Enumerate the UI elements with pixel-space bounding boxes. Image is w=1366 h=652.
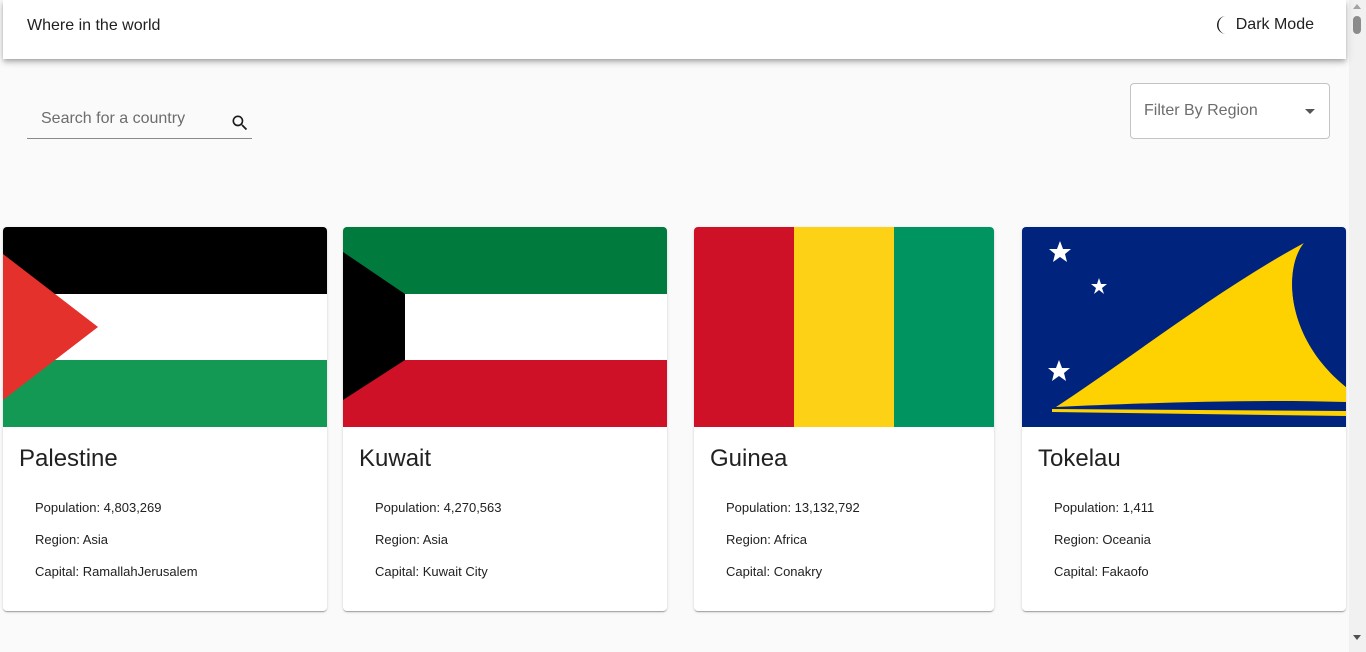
country-card-palestine[interactable]: Palestine Population: 4,803,269 Region: …	[3, 227, 327, 611]
dark-mode-label: Dark Mode	[1235, 16, 1314, 33]
flag-image-palestine	[3, 227, 327, 427]
country-name: Guinea	[710, 445, 788, 472]
country-card-tokelau[interactable]: Tokelau Population: 1,411 Region: Oceani…	[1022, 227, 1346, 611]
country-name: Palestine	[19, 445, 118, 472]
chevron-down-icon	[1305, 109, 1315, 114]
country-region: Region: Africa	[726, 532, 807, 547]
scroll-down-arrow-icon[interactable]	[1353, 635, 1361, 640]
country-population: Population: 4,270,563	[375, 500, 502, 515]
country-region: Region: Asia	[375, 532, 448, 547]
country-population: Population: 1,411	[1054, 500, 1155, 515]
search-icon[interactable]	[230, 113, 250, 133]
flag-image-tokelau	[1022, 227, 1346, 427]
country-population: Population: 4,803,269	[35, 500, 162, 515]
country-card-guinea[interactable]: Guinea Population: 13,132,792 Region: Af…	[694, 227, 994, 611]
scroll-up-arrow-icon[interactable]	[1353, 4, 1361, 9]
country-name: Kuwait	[359, 445, 432, 472]
country-region: Region: Oceania	[1054, 532, 1151, 547]
country-capital: Capital: Kuwait City	[375, 564, 488, 579]
country-name: Tokelau	[1038, 445, 1121, 472]
country-capital: Capital: RamallahJerusalem	[35, 564, 198, 579]
filter-label: Filter By Region	[1144, 102, 1258, 119]
country-population: Population: 13,132,792	[726, 500, 860, 515]
country-card-kuwait[interactable]: Kuwait Population: 4,270,563 Region: Asi…	[343, 227, 667, 611]
moon-icon	[1216, 16, 1226, 34]
vertical-scrollbar[interactable]	[1349, 0, 1366, 652]
search-input[interactable]	[27, 102, 222, 136]
flag-image-guinea	[694, 227, 994, 427]
flag-image-kuwait	[343, 227, 667, 427]
search-field	[27, 102, 252, 139]
dark-mode-toggle[interactable]: Dark Mode	[1215, 15, 1314, 35]
app-title: Where in the world	[27, 17, 161, 34]
app-bar: Where in the world Dark Mode	[3, 0, 1346, 59]
country-capital: Capital: Conakry	[726, 564, 823, 579]
country-capital: Capital: Fakaofo	[1054, 564, 1149, 579]
scrollbar-thumb[interactable]	[1353, 16, 1361, 34]
filter-by-region-select[interactable]: Filter By Region	[1130, 83, 1330, 139]
country-region: Region: Asia	[35, 532, 108, 547]
